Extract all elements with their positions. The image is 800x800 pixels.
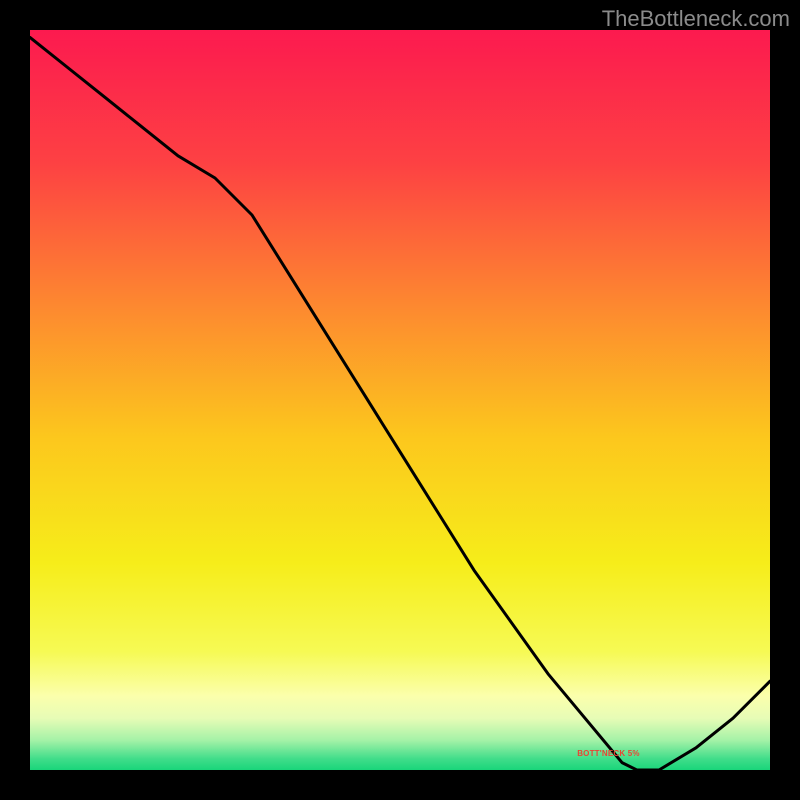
chart-root: TheBottleneck.com BOTT'NECK 5% (0, 0, 800, 800)
bottleneck-annotation: BOTT'NECK 5% (577, 749, 640, 758)
attribution-text: TheBottleneck.com (602, 6, 790, 32)
plot-frame: BOTT'NECK 5% (30, 30, 770, 770)
chart-line-series (30, 30, 770, 770)
